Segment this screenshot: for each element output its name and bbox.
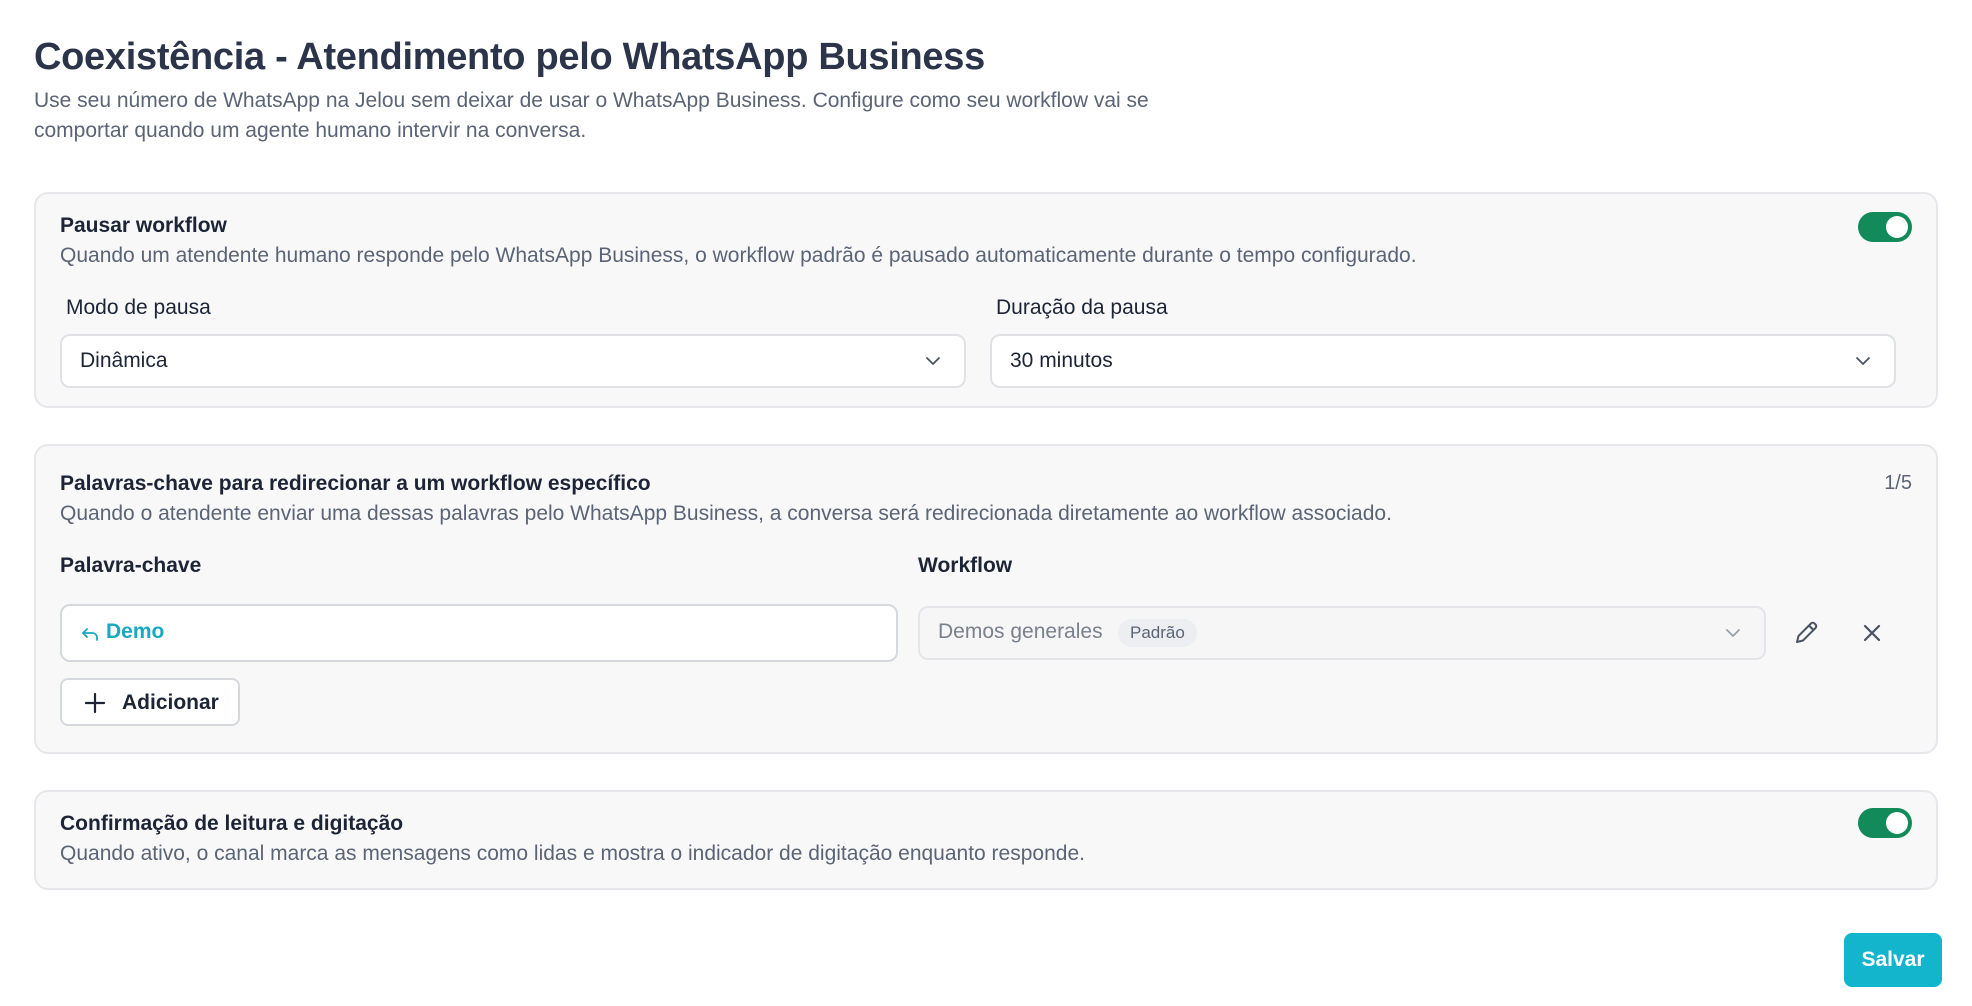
workflow-column-label: Workflow [918,554,1013,577]
pause-mode-value: Dinâmica [80,349,168,372]
remove-keyword-button[interactable] [1852,613,1892,653]
workflow-value: Demos generales [938,620,1103,643]
pause-workflow-toggle[interactable] [1858,212,1912,242]
pause-duration-label: Duração da pausa [996,296,1168,319]
read-receipt-description: Quando ativo, o canal marca as mensagens… [60,842,1085,865]
keywords-description: Quando o atendente enviar uma dessas pal… [60,502,1392,525]
close-icon [1863,624,1881,642]
pause-duration-select[interactable]: 30 minutos [990,334,1896,388]
chevron-down-icon [1856,357,1870,365]
edit-keyword-button[interactable] [1786,613,1826,653]
pause-workflow-description: Quando um atendente humano responde pelo… [60,244,1417,267]
chevron-down-icon [926,357,940,365]
add-keyword-label: Adicionar [122,691,219,714]
keyword-column-label: Palavra-chave [60,554,202,577]
pause-mode-label: Modo de pausa [66,296,211,319]
toggle-knob [1886,812,1908,834]
read-receipt-title: Confirmação de leitura e digitação [60,812,404,835]
page-subtitle: Use seu número de WhatsApp na Jelou sem … [34,89,1149,142]
keywords-card: Palavras-chave para redirecionar a um wo… [34,444,1938,754]
pencil-icon [1796,621,1818,643]
read-receipt-toggle[interactable] [1858,808,1912,838]
plus-icon [84,692,106,714]
pause-duration-value: 30 minutos [1010,349,1113,372]
save-button[interactable]: Salvar [1844,933,1942,987]
workflow-select[interactable]: Demos generales Padrão [918,606,1766,660]
keywords-title: Palavras-chave para redirecionar a um wo… [60,472,651,495]
keywords-counter: 1/5 [1884,472,1912,494]
pause-workflow-card: Pausar workflow Quando um atendente huma… [34,192,1938,408]
chevron-down-icon [1726,629,1740,637]
keyword-input[interactable]: Demo [60,604,898,662]
toggle-knob [1886,216,1908,238]
read-receipt-card: Confirmação de leitura e digitação Quand… [34,790,1938,890]
pause-workflow-title: Pausar workflow [60,214,227,237]
keyword-value: Demo [106,620,165,643]
add-keyword-button[interactable]: Adicionar [60,678,240,726]
default-badge: Padrão [1118,619,1197,647]
pause-mode-select[interactable]: Dinâmica [60,334,966,388]
page: Coexistência - Atendimento pelo WhatsApp… [34,34,1940,890]
reply-icon [82,628,98,641]
page-title: Coexistência - Atendimento pelo WhatsApp… [34,36,985,78]
